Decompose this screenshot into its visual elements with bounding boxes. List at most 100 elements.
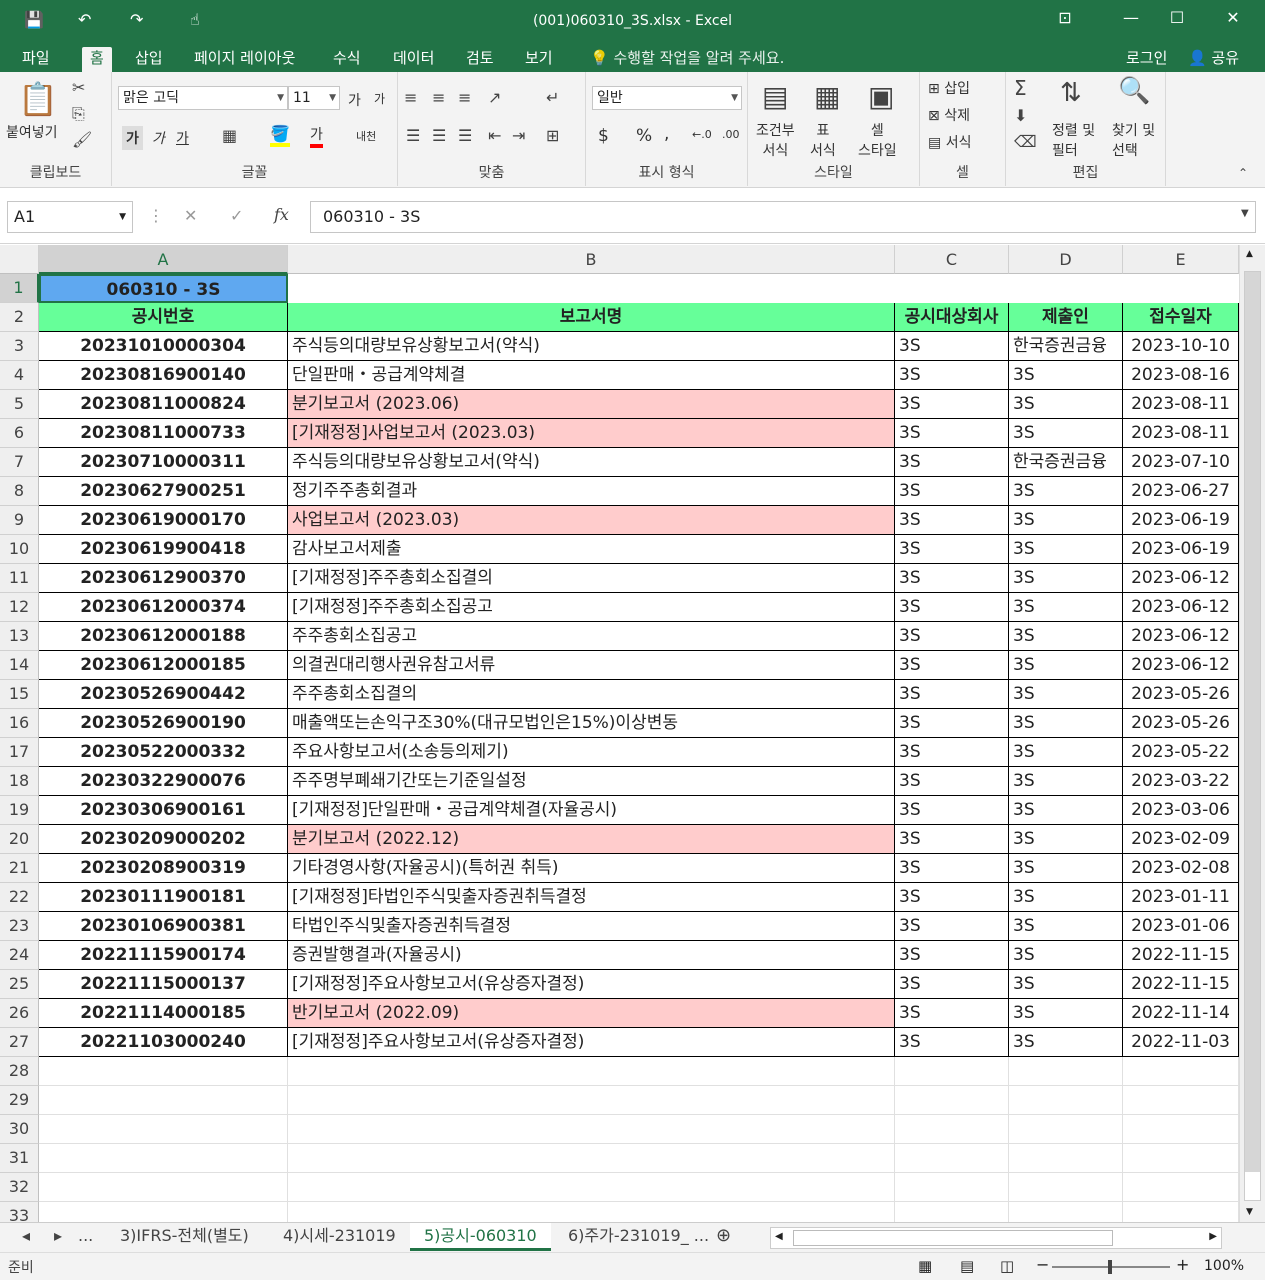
cell-no[interactable]: 20230526900442 xyxy=(39,680,288,709)
empty-cell[interactable] xyxy=(895,1086,1009,1115)
row-header[interactable]: 6 xyxy=(0,419,39,448)
row-header[interactable]: 3 xyxy=(0,332,39,361)
cell-no[interactable]: 20230811000824 xyxy=(39,390,288,419)
empty-cell[interactable] xyxy=(39,1202,288,1222)
cell-corp[interactable]: 3S xyxy=(895,593,1009,622)
empty-cell[interactable] xyxy=(39,1115,288,1144)
more-sheets[interactable]: ... xyxy=(78,1223,93,1251)
cell-corp[interactable]: 3S xyxy=(895,535,1009,564)
column-header-d[interactable]: D xyxy=(1009,245,1123,274)
empty-cell[interactable] xyxy=(39,1057,288,1086)
cell-no[interactable]: 20230526900190 xyxy=(39,709,288,738)
row-header[interactable]: 4 xyxy=(0,361,39,390)
decrease-decimal-button[interactable]: .00 xyxy=(722,128,740,141)
row-header[interactable]: 1 xyxy=(0,274,39,303)
cell-date[interactable]: 2023-05-22 xyxy=(1123,738,1239,767)
percent-button[interactable]: % xyxy=(636,126,652,146)
autosum-icon[interactable]: Σ xyxy=(1014,76,1027,100)
cell-no[interactable]: 20230816900140 xyxy=(39,361,288,390)
row-header[interactable]: 32 xyxy=(0,1173,39,1202)
bold-button[interactable]: 가 xyxy=(122,126,143,150)
row-header[interactable]: 14 xyxy=(0,651,39,680)
row-header[interactable]: 18 xyxy=(0,767,39,796)
scroll-right-icon[interactable]: ▶ xyxy=(1209,1231,1217,1242)
comma-button[interactable]: , xyxy=(664,124,669,144)
cell-sub[interactable]: 3S xyxy=(1009,825,1123,854)
header-cell[interactable]: 접수일자 xyxy=(1123,303,1239,332)
empty-cell[interactable] xyxy=(895,1202,1009,1222)
row-header[interactable]: 30 xyxy=(0,1115,39,1144)
add-sheet-icon[interactable]: ⊕ xyxy=(716,1223,731,1251)
zoom-out-button[interactable]: − xyxy=(1036,1255,1049,1274)
row-header[interactable]: 27 xyxy=(0,1028,39,1057)
cell-name[interactable]: [기재정정]주주총회소집공고 xyxy=(288,593,895,622)
cell-date[interactable]: 2023-06-27 xyxy=(1123,477,1239,506)
cell-name[interactable]: 주주총회소집결의 xyxy=(288,680,895,709)
insert-function-icon[interactable]: fx xyxy=(274,205,289,224)
cell-name[interactable]: 기타경영사항(자율공시)(특허권 취득) xyxy=(288,854,895,883)
cell-corp[interactable]: 3S xyxy=(895,767,1009,796)
horizontal-scrollbar[interactable]: ◀ ▶ xyxy=(770,1227,1222,1249)
cell-no[interactable]: 20230306900161 xyxy=(39,796,288,825)
cell-date[interactable]: 2023-06-12 xyxy=(1123,593,1239,622)
cell-corp[interactable]: 3S xyxy=(895,390,1009,419)
cell-corp[interactable]: 3S xyxy=(895,854,1009,883)
fill-color-icon[interactable]: 🪣 xyxy=(270,124,290,147)
cell-styles-icon[interactable]: ▣ xyxy=(868,80,894,113)
sign-in-link[interactable]: 로그인 xyxy=(1118,47,1175,72)
cell-corp[interactable]: 3S xyxy=(895,825,1009,854)
increase-decimal-button[interactable]: ←.0 xyxy=(692,128,712,141)
empty-cell[interactable] xyxy=(895,1144,1009,1173)
italic-button[interactable]: 가 xyxy=(152,128,165,148)
cell-date[interactable]: 2023-03-06 xyxy=(1123,796,1239,825)
row-header[interactable]: 9 xyxy=(0,506,39,535)
cell-corp[interactable]: 3S xyxy=(895,448,1009,477)
cell-a1[interactable]: 060310 - 3S xyxy=(39,274,288,303)
formula-input[interactable]: 060310 - 3S xyxy=(310,201,1256,233)
paste-button[interactable]: 붙여넣기 xyxy=(6,122,58,142)
currency-button[interactable]: $ xyxy=(598,126,609,146)
header-cell[interactable]: 공시대상회사 xyxy=(895,303,1009,332)
cell-sub[interactable]: 3S xyxy=(1009,390,1123,419)
cell-corp[interactable]: 3S xyxy=(895,970,1009,999)
tab-data[interactable]: 데이터 xyxy=(385,47,442,72)
cell-name[interactable]: 사업보고서 (2023.03) xyxy=(288,506,895,535)
decrease-indent-icon[interactable]: ⇤ xyxy=(488,126,501,145)
cut-icon[interactable]: ✂ xyxy=(72,78,85,97)
cell-corp[interactable]: 3S xyxy=(895,564,1009,593)
empty-cell[interactable] xyxy=(1009,1115,1123,1144)
cell-corp[interactable]: 3S xyxy=(895,999,1009,1028)
cell-sub[interactable]: 3S xyxy=(1009,970,1123,999)
cell-date[interactable]: 2023-05-26 xyxy=(1123,709,1239,738)
empty-cell[interactable] xyxy=(288,1144,895,1173)
cell-corp[interactable]: 3S xyxy=(895,477,1009,506)
cell-name[interactable]: 반기보고서 (2022.09) xyxy=(288,999,895,1028)
empty-cell[interactable] xyxy=(1009,1086,1123,1115)
cell-sub[interactable]: 3S xyxy=(1009,854,1123,883)
empty-cell[interactable] xyxy=(1123,1173,1239,1202)
sort-filter-icon[interactable]: ⇅ xyxy=(1060,78,1082,108)
empty-cell[interactable] xyxy=(1009,1144,1123,1173)
cell-sub[interactable]: 3S xyxy=(1009,680,1123,709)
close-button[interactable]: ✕ xyxy=(1210,8,1256,27)
cell-name[interactable]: 매출액또는손익구조30%(대규모법인은15%)이상변동 xyxy=(288,709,895,738)
borders-icon[interactable]: ▦ xyxy=(222,126,237,145)
row-header[interactable]: 19 xyxy=(0,796,39,825)
font-color-button[interactable]: 가 xyxy=(310,124,323,148)
empty-cell[interactable] xyxy=(1009,1202,1123,1222)
cell-sub[interactable]: 3S xyxy=(1009,883,1123,912)
cell-date[interactable]: 2023-02-09 xyxy=(1123,825,1239,854)
cell-sub[interactable]: 3S xyxy=(1009,506,1123,535)
cell-date[interactable]: 2023-06-12 xyxy=(1123,564,1239,593)
cell-corp[interactable]: 3S xyxy=(895,912,1009,941)
empty-cell[interactable] xyxy=(895,1057,1009,1086)
empty-cell[interactable] xyxy=(288,1173,895,1202)
find-select-icon[interactable]: 🔍 xyxy=(1118,76,1150,106)
zoom-slider[interactable] xyxy=(1052,1260,1170,1274)
column-header-c[interactable]: C xyxy=(895,245,1009,274)
empty-cell[interactable] xyxy=(39,1086,288,1115)
page-layout-view-icon[interactable]: ▤ xyxy=(960,1257,974,1275)
cell-sub[interactable]: 3S xyxy=(1009,912,1123,941)
cell-name[interactable]: [기재정정]주요사항보고서(유상증자결정) xyxy=(288,1028,895,1057)
cell-date[interactable]: 2023-06-12 xyxy=(1123,651,1239,680)
